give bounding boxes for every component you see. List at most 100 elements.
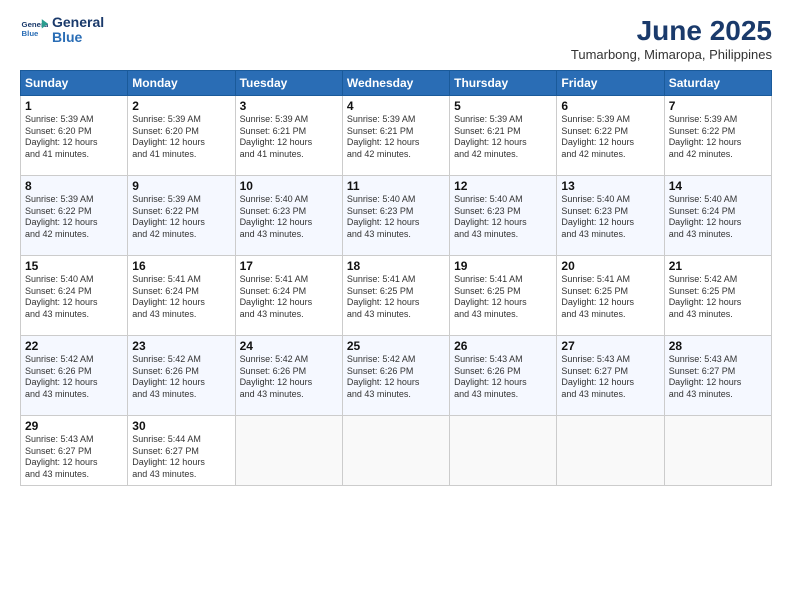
cell-info: Sunrise: 5:44 AM Sunset: 6:27 PM Dayligh… bbox=[132, 434, 230, 481]
table-row: 6 Sunrise: 5:39 AM Sunset: 6:22 PM Dayli… bbox=[557, 96, 664, 176]
table-row: 3 Sunrise: 5:39 AM Sunset: 6:21 PM Dayli… bbox=[235, 96, 342, 176]
cell-info: Sunrise: 5:41 AM Sunset: 6:24 PM Dayligh… bbox=[132, 274, 230, 321]
cell-info: Sunrise: 5:42 AM Sunset: 6:26 PM Dayligh… bbox=[132, 354, 230, 401]
col-sunday: Sunday bbox=[21, 71, 128, 96]
page: General Blue General Blue June 2025 Tuma… bbox=[0, 0, 792, 612]
col-friday: Friday bbox=[557, 71, 664, 96]
day-number: 21 bbox=[669, 259, 767, 273]
title-block: June 2025 Tumarbong, Mimaropa, Philippin… bbox=[571, 15, 772, 62]
day-number: 20 bbox=[561, 259, 659, 273]
table-row: 16 Sunrise: 5:41 AM Sunset: 6:24 PM Dayl… bbox=[128, 256, 235, 336]
table-row: 19 Sunrise: 5:41 AM Sunset: 6:25 PM Dayl… bbox=[450, 256, 557, 336]
cell-info: Sunrise: 5:43 AM Sunset: 6:27 PM Dayligh… bbox=[669, 354, 767, 401]
table-row: 8 Sunrise: 5:39 AM Sunset: 6:22 PM Dayli… bbox=[21, 176, 128, 256]
col-wednesday: Wednesday bbox=[342, 71, 449, 96]
cell-info: Sunrise: 5:41 AM Sunset: 6:24 PM Dayligh… bbox=[240, 274, 338, 321]
table-row: 24 Sunrise: 5:42 AM Sunset: 6:26 PM Dayl… bbox=[235, 336, 342, 416]
cell-info: Sunrise: 5:39 AM Sunset: 6:20 PM Dayligh… bbox=[25, 114, 123, 161]
cell-info: Sunrise: 5:40 AM Sunset: 6:23 PM Dayligh… bbox=[561, 194, 659, 241]
day-number: 5 bbox=[454, 99, 552, 113]
cell-info: Sunrise: 5:40 AM Sunset: 6:23 PM Dayligh… bbox=[454, 194, 552, 241]
table-row: 5 Sunrise: 5:39 AM Sunset: 6:21 PM Dayli… bbox=[450, 96, 557, 176]
cell-info: Sunrise: 5:43 AM Sunset: 6:27 PM Dayligh… bbox=[561, 354, 659, 401]
day-number: 9 bbox=[132, 179, 230, 193]
table-row: 7 Sunrise: 5:39 AM Sunset: 6:22 PM Dayli… bbox=[664, 96, 771, 176]
day-number: 18 bbox=[347, 259, 445, 273]
day-number: 8 bbox=[25, 179, 123, 193]
day-number: 11 bbox=[347, 179, 445, 193]
day-number: 6 bbox=[561, 99, 659, 113]
cell-info: Sunrise: 5:39 AM Sunset: 6:22 PM Dayligh… bbox=[25, 194, 123, 241]
cell-info: Sunrise: 5:39 AM Sunset: 6:21 PM Dayligh… bbox=[240, 114, 338, 161]
main-title: June 2025 bbox=[571, 15, 772, 47]
col-monday: Monday bbox=[128, 71, 235, 96]
day-number: 15 bbox=[25, 259, 123, 273]
day-number: 7 bbox=[669, 99, 767, 113]
calendar-week-row: 22 Sunrise: 5:42 AM Sunset: 6:26 PM Dayl… bbox=[21, 336, 772, 416]
table-row bbox=[342, 416, 449, 486]
day-number: 3 bbox=[240, 99, 338, 113]
cell-info: Sunrise: 5:40 AM Sunset: 6:24 PM Dayligh… bbox=[669, 194, 767, 241]
table-row: 11 Sunrise: 5:40 AM Sunset: 6:23 PM Dayl… bbox=[342, 176, 449, 256]
table-row: 21 Sunrise: 5:42 AM Sunset: 6:25 PM Dayl… bbox=[664, 256, 771, 336]
day-number: 25 bbox=[347, 339, 445, 353]
logo-icon: General Blue bbox=[20, 16, 48, 44]
table-row: 13 Sunrise: 5:40 AM Sunset: 6:23 PM Dayl… bbox=[557, 176, 664, 256]
calendar-header-row: Sunday Monday Tuesday Wednesday Thursday… bbox=[21, 71, 772, 96]
cell-info: Sunrise: 5:42 AM Sunset: 6:25 PM Dayligh… bbox=[669, 274, 767, 321]
day-number: 23 bbox=[132, 339, 230, 353]
cell-info: Sunrise: 5:40 AM Sunset: 6:23 PM Dayligh… bbox=[240, 194, 338, 241]
col-tuesday: Tuesday bbox=[235, 71, 342, 96]
table-row bbox=[557, 416, 664, 486]
logo-text-blue: Blue bbox=[52, 30, 104, 45]
calendar-week-row: 15 Sunrise: 5:40 AM Sunset: 6:24 PM Dayl… bbox=[21, 256, 772, 336]
day-number: 29 bbox=[25, 419, 123, 433]
svg-text:Blue: Blue bbox=[22, 30, 40, 39]
cell-info: Sunrise: 5:39 AM Sunset: 6:22 PM Dayligh… bbox=[561, 114, 659, 161]
cell-info: Sunrise: 5:42 AM Sunset: 6:26 PM Dayligh… bbox=[25, 354, 123, 401]
table-row: 23 Sunrise: 5:42 AM Sunset: 6:26 PM Dayl… bbox=[128, 336, 235, 416]
table-row: 30 Sunrise: 5:44 AM Sunset: 6:27 PM Dayl… bbox=[128, 416, 235, 486]
cell-info: Sunrise: 5:41 AM Sunset: 6:25 PM Dayligh… bbox=[347, 274, 445, 321]
cell-info: Sunrise: 5:40 AM Sunset: 6:24 PM Dayligh… bbox=[25, 274, 123, 321]
cell-info: Sunrise: 5:39 AM Sunset: 6:22 PM Dayligh… bbox=[669, 114, 767, 161]
col-saturday: Saturday bbox=[664, 71, 771, 96]
logo: General Blue General Blue bbox=[20, 15, 104, 46]
table-row: 12 Sunrise: 5:40 AM Sunset: 6:23 PM Dayl… bbox=[450, 176, 557, 256]
table-row: 4 Sunrise: 5:39 AM Sunset: 6:21 PM Dayli… bbox=[342, 96, 449, 176]
day-number: 28 bbox=[669, 339, 767, 353]
cell-info: Sunrise: 5:42 AM Sunset: 6:26 PM Dayligh… bbox=[347, 354, 445, 401]
day-number: 17 bbox=[240, 259, 338, 273]
cell-info: Sunrise: 5:39 AM Sunset: 6:21 PM Dayligh… bbox=[454, 114, 552, 161]
day-number: 12 bbox=[454, 179, 552, 193]
table-row: 25 Sunrise: 5:42 AM Sunset: 6:26 PM Dayl… bbox=[342, 336, 449, 416]
table-row: 2 Sunrise: 5:39 AM Sunset: 6:20 PM Dayli… bbox=[128, 96, 235, 176]
sub-title: Tumarbong, Mimaropa, Philippines bbox=[571, 47, 772, 62]
cell-info: Sunrise: 5:39 AM Sunset: 6:20 PM Dayligh… bbox=[132, 114, 230, 161]
day-number: 24 bbox=[240, 339, 338, 353]
table-row: 1 Sunrise: 5:39 AM Sunset: 6:20 PM Dayli… bbox=[21, 96, 128, 176]
table-row: 15 Sunrise: 5:40 AM Sunset: 6:24 PM Dayl… bbox=[21, 256, 128, 336]
day-number: 22 bbox=[25, 339, 123, 353]
day-number: 16 bbox=[132, 259, 230, 273]
day-number: 2 bbox=[132, 99, 230, 113]
day-number: 19 bbox=[454, 259, 552, 273]
header: General Blue General Blue June 2025 Tuma… bbox=[20, 15, 772, 62]
table-row: 18 Sunrise: 5:41 AM Sunset: 6:25 PM Dayl… bbox=[342, 256, 449, 336]
day-number: 4 bbox=[347, 99, 445, 113]
calendar-table: Sunday Monday Tuesday Wednesday Thursday… bbox=[20, 70, 772, 486]
day-number: 13 bbox=[561, 179, 659, 193]
calendar-week-row: 1 Sunrise: 5:39 AM Sunset: 6:20 PM Dayli… bbox=[21, 96, 772, 176]
day-number: 30 bbox=[132, 419, 230, 433]
cell-info: Sunrise: 5:41 AM Sunset: 6:25 PM Dayligh… bbox=[561, 274, 659, 321]
table-row: 17 Sunrise: 5:41 AM Sunset: 6:24 PM Dayl… bbox=[235, 256, 342, 336]
cell-info: Sunrise: 5:39 AM Sunset: 6:21 PM Dayligh… bbox=[347, 114, 445, 161]
day-number: 14 bbox=[669, 179, 767, 193]
col-thursday: Thursday bbox=[450, 71, 557, 96]
table-row: 14 Sunrise: 5:40 AM Sunset: 6:24 PM Dayl… bbox=[664, 176, 771, 256]
cell-info: Sunrise: 5:43 AM Sunset: 6:26 PM Dayligh… bbox=[454, 354, 552, 401]
calendar-week-row: 8 Sunrise: 5:39 AM Sunset: 6:22 PM Dayli… bbox=[21, 176, 772, 256]
day-number: 27 bbox=[561, 339, 659, 353]
cell-info: Sunrise: 5:42 AM Sunset: 6:26 PM Dayligh… bbox=[240, 354, 338, 401]
cell-info: Sunrise: 5:43 AM Sunset: 6:27 PM Dayligh… bbox=[25, 434, 123, 481]
